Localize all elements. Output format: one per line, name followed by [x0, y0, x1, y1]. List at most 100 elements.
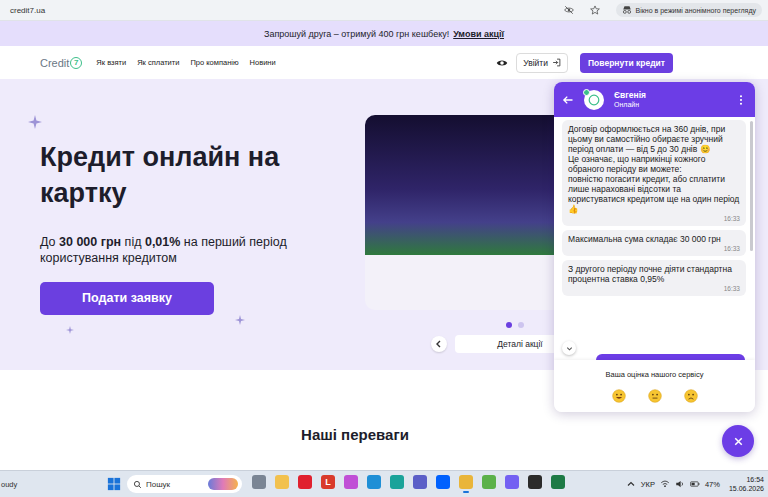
close-chat-button[interactable]	[722, 425, 754, 457]
sparkle-icon	[235, 315, 245, 325]
taskbar-app[interactable]	[275, 475, 289, 493]
login-icon	[552, 58, 561, 67]
rating-prompt: Ваша оцінка нашого сервісу	[606, 370, 704, 379]
app-icon	[413, 475, 427, 489]
taskbar-app[interactable]	[367, 475, 381, 493]
app-icon	[551, 475, 565, 489]
battery-percent: 47%	[705, 480, 720, 489]
nav-link[interactable]: Як сплатити	[137, 58, 179, 67]
carousel-dots	[506, 322, 524, 328]
nav-links: Як взяти Як сплатити Про компанію Новини	[96, 58, 496, 67]
taskbar-app[interactable]: L	[321, 475, 335, 493]
rating-panel: Ваша оцінка нашого сервісу	[554, 360, 755, 412]
taskbar-app[interactable]	[298, 475, 312, 493]
app-indicator	[509, 491, 515, 493]
taskbar-app[interactable]	[252, 475, 266, 493]
app-indicator	[256, 491, 262, 493]
incognito-badge[interactable]: Вікно в режимі анонімного перегляду	[616, 3, 762, 17]
taskbar-app[interactable]	[482, 475, 496, 493]
app-indicator	[463, 491, 469, 493]
search-placeholder: Пошук	[146, 480, 204, 489]
taskbar-app[interactable]	[551, 475, 565, 493]
search-icon	[133, 480, 142, 489]
more-menu-icon[interactable]	[735, 94, 747, 106]
app-indicator	[417, 491, 423, 493]
hero-text: Кредит онлайн на карткуДо 30 000 грн під…	[0, 79, 325, 370]
app-indicator	[325, 491, 331, 493]
language-indicator[interactable]: УКР	[641, 480, 655, 489]
weather-widget[interactable]: oudy	[0, 480, 107, 489]
sad-face-icon[interactable]	[684, 389, 698, 403]
scrollbar[interactable]	[750, 121, 753, 251]
eye-off-icon[interactable]	[564, 5, 574, 15]
app-icon	[298, 475, 312, 489]
taskbar-apps: L	[252, 475, 565, 493]
chevron-up-icon[interactable]	[626, 479, 636, 489]
carousel-dot[interactable]	[518, 322, 524, 328]
happy-face-icon[interactable]	[612, 389, 626, 403]
app-indicator	[440, 491, 446, 493]
nav-link[interactable]: Новини	[250, 58, 276, 67]
neutral-face-icon[interactable]	[648, 389, 662, 403]
chat-message: Максимальна сума складає 30 000 грн16:33	[562, 230, 746, 256]
app-icon	[482, 475, 496, 489]
chat-widget: ЄвгеніяОнлайн Договір оформлюється на 360…	[554, 82, 755, 412]
rating-options	[612, 389, 698, 403]
clock[interactable]: 16:5415.06.2026	[729, 475, 764, 493]
app-indicator	[279, 491, 285, 493]
app-indicator	[394, 491, 400, 493]
taskbar-app[interactable]	[344, 475, 358, 493]
app-icon	[436, 475, 450, 489]
address-bar[interactable]: credit7.ua	[10, 6, 548, 15]
app-icon	[528, 475, 542, 489]
scroll-down-button[interactable]	[562, 341, 576, 355]
back-arrow-icon[interactable]	[562, 94, 574, 106]
app-indicator	[371, 491, 377, 493]
clock-time: 16:54	[746, 475, 764, 484]
nav-link[interactable]: Як взяти	[96, 58, 126, 67]
promo-bar: Запрошуй друга – отримуй 400 грн кешбеку…	[0, 21, 768, 46]
apply-button[interactable]: Подати заявку	[40, 282, 214, 315]
taskbar-app[interactable]	[436, 475, 450, 493]
sparkle-icon	[28, 115, 42, 129]
app-indicator	[302, 491, 308, 493]
chat-header: ЄвгеніяОнлайн	[554, 82, 755, 117]
taskbar-app[interactable]	[528, 475, 542, 493]
logo-text: Credit	[40, 57, 69, 69]
hero-subtitle: До 30 000 грн під 0,01% на перший період…	[40, 234, 330, 266]
volume-icon[interactable]	[675, 479, 685, 489]
promo-text: Запрошуй друга – отримуй 400 грн кешбеку…	[264, 29, 449, 39]
return-credit-button[interactable]: Повернути кредит	[580, 53, 673, 73]
taskbar-app[interactable]	[390, 475, 404, 493]
carousel-dot[interactable]	[506, 322, 512, 328]
battery-icon[interactable]	[690, 479, 700, 489]
eye-icon[interactable]	[496, 57, 508, 69]
taskbar-app[interactable]	[459, 475, 473, 493]
logo[interactable]: Credit7	[40, 57, 82, 69]
sparkle-icon	[66, 326, 74, 334]
login-button[interactable]: Увійти	[516, 53, 568, 73]
message-text: Договір оформлюється на 360 днів, при ць…	[568, 124, 740, 214]
logo-digit: 7	[70, 57, 82, 69]
agent-avatar	[584, 90, 604, 110]
promo-link[interactable]: Умови акції	[453, 29, 504, 39]
taskbar-search[interactable]: Пошук	[127, 475, 242, 493]
app-indicator	[348, 491, 354, 493]
prev-slide-button[interactable]	[431, 336, 447, 352]
star-icon[interactable]	[590, 5, 600, 15]
taskbar-app[interactable]	[413, 475, 427, 493]
chat-message: З другого періоду почне діяти стандартна…	[562, 260, 746, 296]
agent-status: Онлайн	[614, 100, 725, 110]
app-icon	[505, 475, 519, 489]
app-indicator	[486, 491, 492, 493]
search-highlight-image	[208, 478, 238, 490]
wifi-icon[interactable]	[660, 479, 670, 489]
message-time: 16:33	[568, 244, 740, 253]
taskbar-app[interactable]	[505, 475, 519, 493]
benefits-title: Наші переваги	[301, 426, 409, 470]
nav-link[interactable]: Про компанію	[190, 58, 238, 67]
app-icon: L	[321, 475, 335, 489]
windows-start-icon[interactable]	[107, 477, 121, 491]
message-time: 16:33	[568, 214, 740, 223]
app-icon	[344, 475, 358, 489]
